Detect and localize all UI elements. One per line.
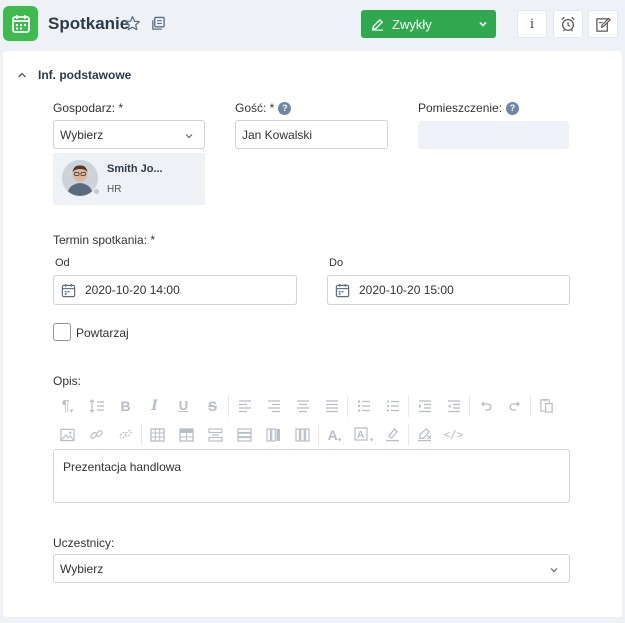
image-icon[interactable] <box>53 420 82 449</box>
align-left-icon[interactable] <box>230 391 259 420</box>
insert-row-icon[interactable] <box>201 420 230 449</box>
chevron-up-icon[interactable] <box>17 71 27 79</box>
description-label: Opis: <box>53 374 82 388</box>
toolbar-divider <box>228 394 229 417</box>
clear-format-icon[interactable] <box>410 420 439 449</box>
participants-select-value: Wybierz <box>60 561 104 576</box>
host-label: Gospodarz: * <box>53 101 124 115</box>
toolbar-divider <box>530 394 531 417</box>
description-editor[interactable]: Prezentacja handlowa <box>53 449 570 503</box>
toolbar-divider <box>141 423 142 446</box>
help-icon[interactable]: ? <box>278 102 292 116</box>
reminder-button[interactable] <box>553 10 583 38</box>
unlink-icon[interactable] <box>111 420 140 449</box>
notes-button[interactable] <box>588 10 618 38</box>
pencil-icon <box>371 18 384 31</box>
guest-input[interactable]: Jan Kowalski <box>235 120 388 149</box>
status-dropdown-button[interactable]: Zwykły <box>361 10 496 38</box>
code-view-icon[interactable]: </> <box>439 420 468 449</box>
svg-text:A: A <box>357 430 364 441</box>
align-right-icon[interactable] <box>259 391 288 420</box>
indent-icon[interactable] <box>410 391 439 420</box>
align-justify-icon[interactable] <box>317 391 346 420</box>
page-title: Spotkanie <box>48 14 130 33</box>
delete-row-icon[interactable] <box>230 420 259 449</box>
chevron-down-icon <box>478 19 488 29</box>
section-title[interactable]: Inf. podstawowe <box>38 68 131 82</box>
host-department: HR <box>107 184 122 195</box>
to-datetime-input[interactable]: 2020-10-20 15:00 <box>327 275 570 305</box>
calendar-icon <box>335 283 350 297</box>
star-icon[interactable] <box>124 15 141 32</box>
help-icon[interactable]: ? <box>506 102 520 116</box>
text-color-icon[interactable]: A ▾ <box>320 420 349 449</box>
chevron-down-icon <box>549 564 559 578</box>
table-props-icon[interactable] <box>172 420 201 449</box>
copy-icon[interactable] <box>151 16 166 31</box>
strikethrough-icon[interactable]: S <box>198 391 227 420</box>
repeat-label[interactable]: Powtarzaj <box>76 326 129 340</box>
host-name: Smith Jo... <box>107 163 163 175</box>
ordered-list-icon[interactable] <box>349 391 378 420</box>
highlight-icon[interactable] <box>378 420 407 449</box>
paragraph-icon[interactable]: ¶ ▾ <box>53 391 82 420</box>
chevron-down-icon <box>184 130 194 144</box>
edit-note-icon <box>595 17 611 32</box>
toolbar-divider <box>408 423 409 446</box>
line-height-icon[interactable] <box>82 391 111 420</box>
toolbar-divider <box>347 394 348 417</box>
room-input <box>418 121 569 149</box>
participants-select[interactable]: Wybierz <box>53 554 570 583</box>
toolbar-divider <box>469 394 470 417</box>
unordered-list-icon[interactable] <box>378 391 407 420</box>
from-datetime-input[interactable]: 2020-10-20 14:00 <box>53 275 297 305</box>
underline-icon[interactable]: U <box>169 391 198 420</box>
table-icon[interactable] <box>143 420 172 449</box>
toolbar-divider <box>318 423 319 446</box>
insert-column-icon[interactable] <box>259 420 288 449</box>
room-label-text: Pomieszczenie: <box>418 101 503 115</box>
alarm-clock-icon <box>561 16 575 32</box>
guest-label: Gość: *? <box>235 101 292 116</box>
participants-label: Uczestnicy: <box>53 536 115 550</box>
background-color-icon[interactable]: A ▾ <box>349 420 378 449</box>
delete-column-icon[interactable] <box>288 420 317 449</box>
calendar-icon <box>11 14 30 33</box>
editor-toolbar: ¶ ▾ B I U S A ▾ A ▾ </> <box>53 391 570 449</box>
info-button[interactable]: i <box>517 10 547 38</box>
redo-icon[interactable] <box>500 391 529 420</box>
from-value: 2020-10-20 14:00 <box>85 283 180 297</box>
paste-icon[interactable] <box>532 391 561 420</box>
italic-icon[interactable]: I <box>140 391 169 420</box>
toolbar-row-1: ¶ ▾ B I U S <box>53 391 570 420</box>
status-dot <box>93 188 100 195</box>
link-icon[interactable] <box>82 420 111 449</box>
bold-icon[interactable]: B <box>111 391 140 420</box>
to-label: Do <box>329 257 344 269</box>
guest-input-value: Jan Kowalski <box>242 127 313 142</box>
outdent-icon[interactable] <box>439 391 468 420</box>
info-icon: i <box>529 16 535 32</box>
description-text: Prezentacja handlowa <box>63 460 182 474</box>
room-label: Pomieszczenie:? <box>418 101 520 116</box>
from-label: Od <box>55 257 70 269</box>
toolbar-row-2: A ▾ A ▾ </> <box>53 420 570 449</box>
host-select-value: Wybierz <box>60 127 104 142</box>
undo-icon[interactable] <box>471 391 500 420</box>
host-user-card[interactable]: Smith Jo... HR <box>53 153 205 205</box>
status-label: Zwykły <box>392 16 432 32</box>
repeat-checkbox[interactable] <box>53 323 71 341</box>
to-value: 2020-10-20 15:00 <box>359 283 454 297</box>
guest-label-text: Gość: * <box>235 101 275 115</box>
toolbar-divider <box>408 394 409 417</box>
term-label: Termin spotkania: * <box>53 233 156 247</box>
app-calendar-icon <box>3 6 38 41</box>
calendar-icon <box>61 283 76 297</box>
host-select[interactable]: Wybierz <box>53 120 205 149</box>
align-center-icon[interactable] <box>288 391 317 420</box>
